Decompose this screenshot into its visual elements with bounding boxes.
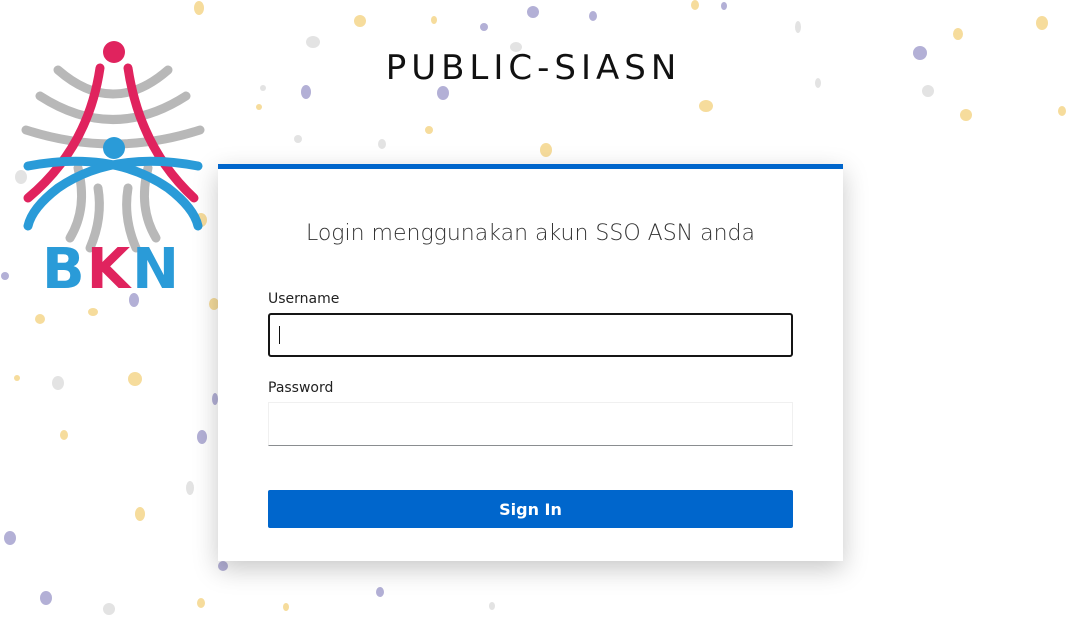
app-title: PUBLIC-SIASN <box>385 48 682 88</box>
username-label: Username <box>268 291 340 307</box>
login-card: Login menggunakan akun SSO ASN anda User… <box>218 164 843 561</box>
logo-letter-b: B <box>42 237 87 302</box>
text-caret <box>279 326 280 344</box>
login-page: BKN PUBLIC-SIASN Login menggunakan akun … <box>0 0 1067 625</box>
bkn-logo-text: BKN <box>42 240 181 300</box>
password-input[interactable] <box>268 402 793 446</box>
login-heading: Login menggunakan akun SSO ASN anda <box>305 221 756 246</box>
username-input[interactable] <box>268 313 793 357</box>
sign-in-button[interactable]: Sign In <box>268 490 793 528</box>
logo-letter-k: K <box>86 237 133 302</box>
password-label: Password <box>268 380 334 396</box>
logo-letter-n: N <box>132 237 181 302</box>
